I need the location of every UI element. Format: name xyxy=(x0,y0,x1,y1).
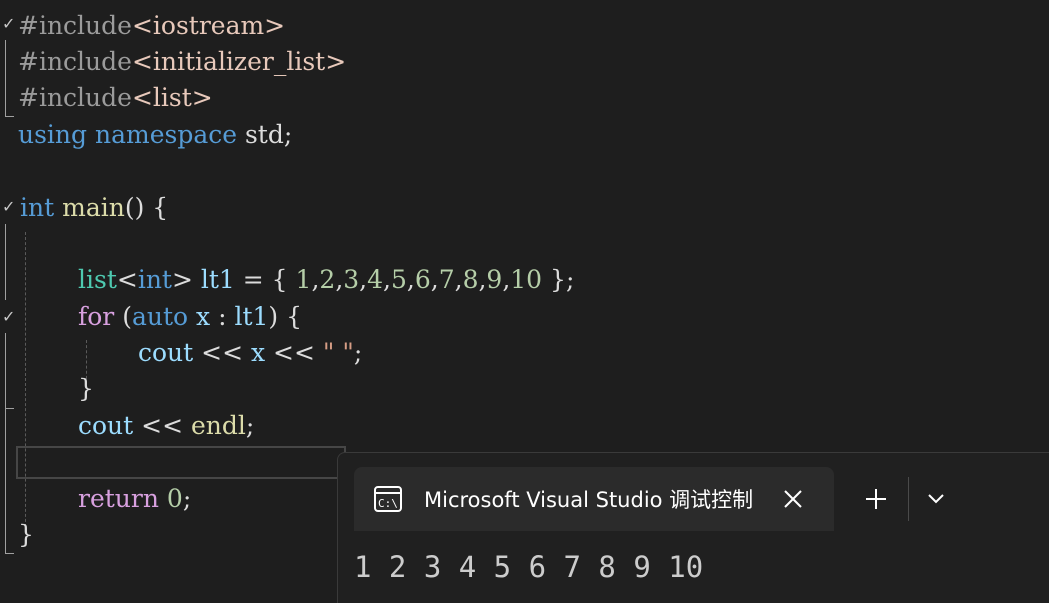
code-line-text: cout << endl; xyxy=(78,408,254,444)
code-token: 0 xyxy=(166,484,183,513)
svg-text:C:\: C:\ xyxy=(378,497,398,510)
code-line[interactable]: #include<initializer_list> xyxy=(0,44,1049,80)
code-line[interactable]: cout << x << " "; xyxy=(0,335,1049,371)
code-token: , xyxy=(406,265,415,294)
code-token: , xyxy=(454,265,463,294)
code-token: 2 xyxy=(319,265,336,294)
code-line[interactable] xyxy=(0,153,1049,189)
code-token: #include xyxy=(18,47,132,76)
code-line[interactable]: cout << endl; xyxy=(0,408,1049,444)
code-line-text: for (auto x : lt1) { xyxy=(78,299,302,335)
code-token: } xyxy=(78,374,94,403)
code-token: , xyxy=(383,265,391,294)
code-token: 8 xyxy=(462,265,479,294)
code-line-text: #include<list> xyxy=(18,80,213,116)
code-token: <iostream> xyxy=(131,11,286,40)
code-line[interactable]: using namespace std; xyxy=(0,117,1049,153)
chevron-down-icon[interactable] xyxy=(926,491,946,507)
code-token: }; xyxy=(542,265,575,294)
code-token: " " xyxy=(322,338,354,367)
code-token: < xyxy=(116,265,138,294)
code-line-text: cout << x << " "; xyxy=(138,335,362,371)
code-token: for xyxy=(78,302,115,331)
code-token: 6 xyxy=(414,265,431,294)
code-token: x xyxy=(251,338,266,367)
code-token: << xyxy=(193,338,251,367)
code-token: , xyxy=(430,265,439,294)
code-line-text: return 0; xyxy=(78,481,191,517)
code-token: = { xyxy=(234,265,296,294)
code-line[interactable]: #include<list> xyxy=(0,80,1049,116)
console-output: 1 2 3 4 5 6 7 8 9 10 xyxy=(354,550,704,584)
code-token: ; xyxy=(353,338,363,367)
code-token: <list> xyxy=(131,83,213,112)
code-token: std; xyxy=(237,120,293,149)
code-token: x xyxy=(196,302,211,331)
code-line[interactable]: list<int> lt1 = { 1,2,3,4,5,6,7,8,9,10 }… xyxy=(0,262,1049,298)
code-token: ( xyxy=(114,302,132,331)
code-token: , xyxy=(359,265,368,294)
console-tab-title: Microsoft Visual Studio 调试控制台 xyxy=(424,488,754,512)
plus-icon[interactable] xyxy=(864,487,888,511)
code-token: ) { xyxy=(268,302,303,331)
console-tab[interactable]: C:\ Microsoft Visual Studio 调试控制台 xyxy=(354,467,834,531)
code-line[interactable]: } xyxy=(0,371,1049,407)
code-token: using xyxy=(18,120,88,149)
code-token: << xyxy=(265,338,323,367)
console-icon: C:\ xyxy=(374,486,402,512)
code-line[interactable] xyxy=(0,226,1049,262)
close-icon[interactable] xyxy=(782,488,804,510)
code-line-text: list<int> lt1 = { 1,2,3,4,5,6,7,8,9,10 }… xyxy=(78,262,574,298)
code-token: 5 xyxy=(390,265,407,294)
code-token: ; xyxy=(245,411,255,440)
tab-separator xyxy=(908,477,909,521)
code-token: 3 xyxy=(343,265,360,294)
code-token: main xyxy=(62,193,125,222)
code-token: <initializer_list> xyxy=(131,47,347,76)
code-token: #include xyxy=(18,83,132,112)
code-token: > xyxy=(171,265,201,294)
code-token: endl xyxy=(191,411,246,440)
code-token: () { xyxy=(124,193,169,222)
code-line[interactable]: for (auto x : lt1) { xyxy=(0,299,1049,335)
code-line-text: #include<initializer_list> xyxy=(18,44,346,80)
code-line-text: #include<iostream> xyxy=(18,8,285,44)
code-token: : xyxy=(210,302,235,331)
code-token: lt1 xyxy=(234,302,269,331)
code-token: 10 xyxy=(510,265,543,294)
code-line[interactable]: int main() { xyxy=(0,190,1049,226)
code-line-text: using namespace std; xyxy=(18,117,292,153)
code-token: auto xyxy=(131,302,189,331)
code-token: cout xyxy=(78,411,134,440)
code-token: } xyxy=(18,520,34,549)
code-token: #include xyxy=(18,11,132,40)
code-token: lt1 xyxy=(200,265,235,294)
code-token: int xyxy=(20,193,55,222)
debug-console-window[interactable]: C:\ Microsoft Visual Studio 调试控制台 1 2 3 … xyxy=(337,452,1049,603)
code-line-text: int main() { xyxy=(20,190,168,226)
code-token: 9 xyxy=(486,265,503,294)
code-token: list xyxy=(78,265,117,294)
code-line[interactable]: #include<iostream> xyxy=(0,8,1049,44)
code-token: << xyxy=(133,411,191,440)
code-token: return xyxy=(78,484,159,513)
code-token: ; xyxy=(182,484,192,513)
code-token: 7 xyxy=(438,265,455,294)
code-token: 1 xyxy=(295,265,312,294)
code-token: namespace xyxy=(94,120,238,149)
code-token: cout xyxy=(138,338,194,367)
code-line-text: } xyxy=(18,517,34,553)
code-token: 4 xyxy=(367,265,384,294)
fold-gutter-line xyxy=(5,553,14,554)
code-line-text: } xyxy=(78,371,94,407)
code-token: int xyxy=(137,265,172,294)
